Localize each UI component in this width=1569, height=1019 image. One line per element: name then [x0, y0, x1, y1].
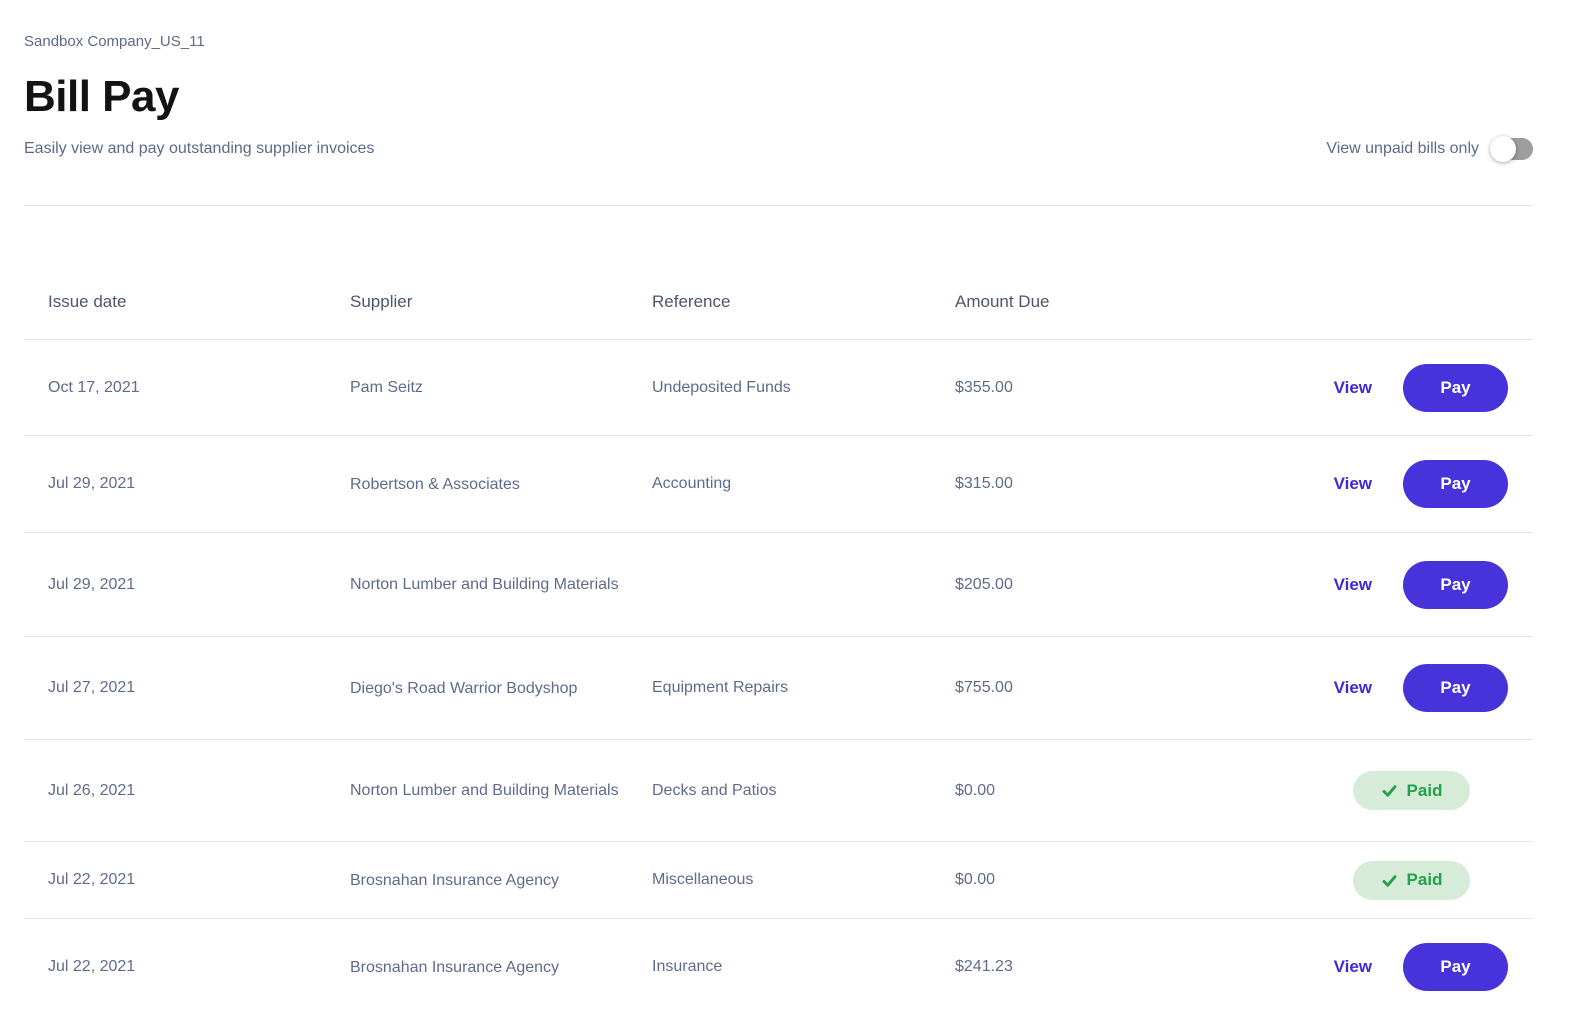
check-icon — [1382, 874, 1397, 887]
cell-amount-due: $205.00 — [955, 575, 1013, 593]
cell-reference: Accounting — [652, 475, 732, 492]
header-divider — [24, 205, 1533, 206]
check-icon — [1382, 785, 1397, 797]
column-header-amount-due: Amount Due — [955, 292, 1050, 311]
page-title: Bill Pay — [24, 72, 179, 121]
cell-issue-date: Jul 29, 2021 — [48, 575, 136, 593]
supplier-text: Brosnahan Insurance Agency — [350, 958, 560, 976]
cell-actions: View Pay — [1135, 460, 1533, 508]
breadcrumb: Sandbox Company_US_11 — [24, 33, 205, 50]
table-row: Jul 29, 2021 Robertson & Associates Acco… — [24, 436, 1533, 533]
cell-amount-due: $241.23 — [955, 958, 1013, 975]
cell-amount-due: $355.00 — [955, 378, 1013, 396]
supplier-text: Brosnahan Insurance Agency — [350, 871, 560, 889]
cell-reference: Equipment Repairs — [652, 679, 789, 696]
toggle-knob — [1490, 136, 1516, 162]
table-row: Jul 26, 2021 Norton Lumber and Building … — [24, 740, 1533, 842]
cell-supplier: Norton Lumber and Building Materials — [350, 571, 652, 598]
cell-amount-due: $755.00 — [955, 679, 1013, 696]
cell-supplier: Brosnahan Insurance Agency — [350, 867, 652, 894]
pay-button[interactable]: Pay — [1403, 460, 1508, 508]
table-row: Jul 29, 2021 Norton Lumber and Building … — [24, 533, 1533, 637]
table-row: Oct 17, 2021 Pam Seitz Undeposited Funds… — [24, 340, 1533, 436]
cell-actions: View Pay — [1135, 943, 1533, 991]
view-button[interactable]: View — [1334, 575, 1372, 595]
view-button[interactable]: View — [1334, 678, 1372, 698]
cell-issue-date: Jul 29, 2021 — [48, 475, 136, 492]
unpaid-filter-label: View unpaid bills only — [1326, 140, 1479, 157]
unpaid-filter-group: View unpaid bills only — [1326, 136, 1533, 162]
pay-button[interactable]: Pay — [1403, 363, 1508, 412]
view-button[interactable]: View — [1334, 378, 1372, 398]
cell-supplier: Norton Lumber and Building Materials — [350, 777, 652, 804]
supplier-text: Norton Lumber and Building Materials — [350, 576, 619, 593]
subtitle-row: Easily view and pay outstanding supplier… — [24, 136, 1533, 162]
cell-amount-due: $0.00 — [955, 871, 996, 888]
cell-actions: Paid — [1135, 860, 1533, 900]
supplier-text: Robertson & Associates — [350, 475, 520, 493]
pay-button[interactable]: Pay — [1403, 943, 1508, 991]
cell-amount-due: $315.00 — [955, 475, 1013, 492]
page-subtitle: Easily view and pay outstanding supplier… — [24, 140, 375, 157]
pay-button[interactable]: Pay — [1403, 664, 1508, 712]
paid-status-label: Paid — [1406, 780, 1443, 800]
view-button[interactable]: View — [1334, 474, 1372, 494]
cell-supplier: Robertson & Associates — [350, 471, 652, 498]
cell-issue-date: Jul 22, 2021 — [48, 871, 136, 888]
bill-pay-page: Sandbox Company_US_11 Bill Pay Easily vi… — [0, 0, 1569, 1015]
column-header-reference: Reference — [652, 292, 731, 311]
cell-supplier: Brosnahan Insurance Agency — [350, 954, 652, 981]
pay-button[interactable]: Pay — [1403, 560, 1508, 609]
paid-status-label: Paid — [1406, 870, 1443, 889]
cell-actions: View Pay — [1135, 560, 1533, 609]
table-row: Jul 22, 2021 Brosnahan Insurance Agency … — [24, 842, 1533, 919]
cell-reference: Decks and Patios — [652, 781, 777, 799]
cell-supplier: Pam Seitz — [350, 374, 652, 401]
paid-status-badge: Paid — [1353, 860, 1470, 900]
cell-reference: Miscellaneous — [652, 871, 754, 888]
cell-reference: Undeposited Funds — [652, 378, 791, 396]
cell-reference: Insurance — [652, 958, 723, 975]
table-header-row: Issue date Supplier Reference Amount Due — [24, 265, 1533, 340]
supplier-text: Norton Lumber and Building Materials — [350, 782, 619, 799]
cell-issue-date: Jul 26, 2021 — [48, 781, 136, 799]
cell-actions: View Pay — [1135, 363, 1533, 412]
cell-supplier: Diego's Road Warrior Bodyshop — [350, 675, 652, 702]
table-row: Jul 22, 2021 Brosnahan Insurance Agency … — [24, 919, 1533, 1015]
unpaid-filter-toggle[interactable] — [1490, 136, 1533, 162]
column-header-supplier: Supplier — [350, 292, 413, 311]
cell-issue-date: Jul 22, 2021 — [48, 958, 136, 975]
column-header-issue-date: Issue date — [48, 292, 127, 311]
view-button[interactable]: View — [1334, 957, 1372, 977]
cell-actions: Paid — [1135, 771, 1533, 810]
cell-amount-due: $0.00 — [955, 781, 996, 799]
supplier-text: Pam Seitz — [350, 379, 423, 396]
cell-issue-date: Jul 27, 2021 — [48, 679, 136, 696]
cell-issue-date: Oct 17, 2021 — [48, 378, 140, 396]
paid-status-badge: Paid — [1353, 771, 1470, 810]
cell-actions: View Pay — [1135, 664, 1533, 712]
supplier-text: Diego's Road Warrior Bodyshop — [350, 679, 578, 697]
table-row: Jul 27, 2021 Diego's Road Warrior Bodysh… — [24, 637, 1533, 740]
